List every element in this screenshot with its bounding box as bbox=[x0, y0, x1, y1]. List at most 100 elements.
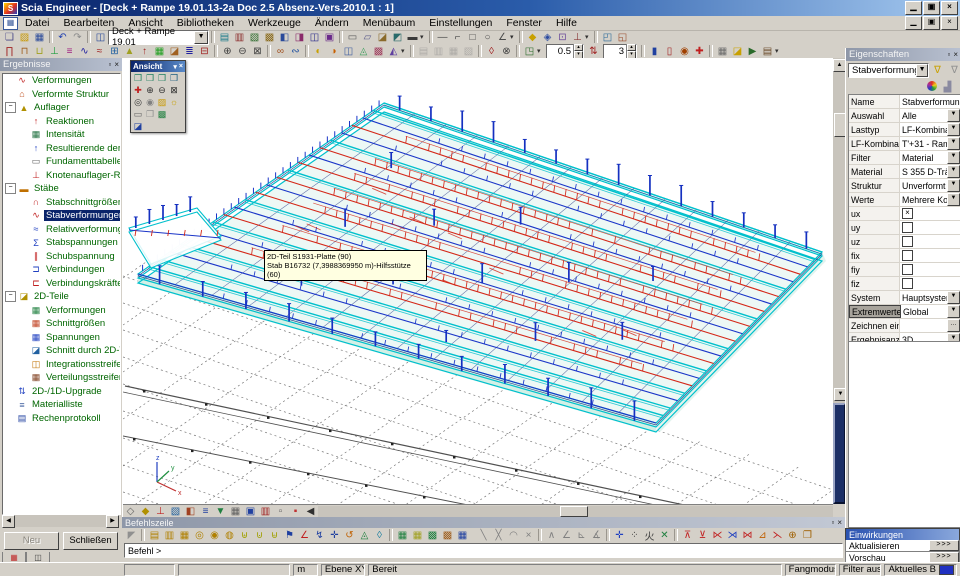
snap-off-icon[interactable]: × bbox=[521, 529, 536, 542]
property-value[interactable] bbox=[900, 263, 960, 276]
snap-line-icon[interactable]: ╲ bbox=[476, 529, 491, 542]
zoom-in-icon[interactable]: ⊕ bbox=[144, 84, 156, 96]
dimension-icon[interactable]: ⊥ bbox=[570, 31, 585, 44]
copy-member-icon[interactable]: ◫ bbox=[341, 45, 356, 58]
grid-b-icon[interactable]: ▦ bbox=[410, 529, 425, 542]
checkbox-ux[interactable]: × bbox=[902, 208, 913, 219]
property-value[interactable]: Global▼ bbox=[901, 305, 960, 318]
save-icon[interactable]: ▦ bbox=[32, 31, 47, 44]
tree-item-auflager[interactable]: −▲Auflager bbox=[3, 101, 120, 115]
tree-item-auflager-expander[interactable]: − bbox=[5, 102, 16, 113]
beam-strain-icon[interactable]: ≈ bbox=[92, 45, 107, 58]
filter-off-icon[interactable]: ∇ bbox=[947, 64, 960, 77]
move-member-icon[interactable]: ◬ bbox=[356, 45, 371, 58]
animate-icon[interactable]: ▶ bbox=[745, 45, 760, 58]
array-icon[interactable]: ▩ bbox=[371, 45, 386, 58]
property-value[interactable] bbox=[900, 249, 960, 262]
minimize-button[interactable]: ▁ bbox=[905, 1, 922, 15]
results-close-icon[interactable]: × bbox=[114, 60, 119, 69]
save-view-icon[interactable]: ▦ bbox=[715, 45, 730, 58]
menu-datei[interactable]: Datei bbox=[18, 17, 57, 29]
grid-c-icon[interactable]: ▩ bbox=[425, 529, 440, 542]
snap-point-7-icon[interactable]: ⋋ bbox=[770, 529, 785, 542]
property-value[interactable]: Hauptsystem▼ bbox=[900, 291, 960, 304]
status-aktuelles-b[interactable]: Aktuelles B bbox=[884, 564, 957, 576]
tree-item-relativverformung[interactable]: ≈Relativverformung bbox=[3, 223, 120, 237]
report-icon-dropdown[interactable]: ▾ bbox=[775, 47, 782, 55]
calc-setup-icon[interactable]: ◍ bbox=[222, 529, 237, 542]
flag-icon[interactable]: ⚑ bbox=[282, 529, 297, 542]
property-value[interactable]: LF-Kombinatione▼ bbox=[900, 123, 960, 136]
tree-item-staebe[interactable]: −▬Stäbe bbox=[3, 182, 120, 196]
open-folder-icon[interactable]: ▨ bbox=[17, 31, 32, 44]
beam-moment-icon[interactable]: ⊓ bbox=[17, 45, 32, 58]
diagram-icon[interactable]: ▟ bbox=[940, 81, 955, 94]
filter-yellow-icon[interactable]: ∇ bbox=[930, 64, 945, 77]
calc-mesh-icon[interactable]: ◎ bbox=[192, 529, 207, 542]
tree-item-schubspannung[interactable]: ∥Schubspannung bbox=[3, 250, 120, 264]
property-value[interactable] bbox=[900, 277, 960, 290]
close-button[interactable]: × bbox=[941, 1, 958, 15]
scale-spin-up-icon[interactable]: ▴ bbox=[574, 44, 583, 52]
copy-view-icon[interactable]: ❐ bbox=[144, 108, 156, 120]
beam-result-icon[interactable]: ∏ bbox=[2, 45, 17, 58]
preview-icon[interactable]: ◫ bbox=[307, 31, 322, 44]
tree-item-stabverformungen[interactable]: ∿Stabverformungen bbox=[3, 209, 120, 223]
snap-point-5-icon[interactable]: ⋈ bbox=[740, 529, 755, 542]
eraser-icon[interactable]: ◊ bbox=[484, 45, 499, 58]
property-value[interactable]: T'+31 - Rampe+...▼ bbox=[900, 137, 960, 150]
dropdown-icon[interactable]: ▼ bbox=[947, 137, 960, 150]
export-view-icon[interactable]: ◪ bbox=[730, 45, 745, 58]
ucs-icon[interactable]: ⊕ bbox=[785, 529, 800, 542]
line-tool-icon[interactable]: — bbox=[435, 31, 450, 44]
undo-icon[interactable]: ↶ bbox=[55, 31, 70, 44]
tree-item-intensitaet[interactable]: ▦Intensität bbox=[3, 128, 120, 142]
paper-space-icon[interactable]: ▩ bbox=[262, 31, 277, 44]
snap-int-icon[interactable]: ∡ bbox=[589, 529, 604, 542]
locked-c-icon[interactable]: ▦ bbox=[446, 45, 461, 58]
property-value[interactable]: Stabverformungen bbox=[900, 95, 960, 108]
hscroll-slider[interactable] bbox=[560, 506, 588, 517]
property-value[interactable]: × bbox=[900, 207, 960, 220]
multiplier-spin-up-icon[interactable]: ▴ bbox=[627, 44, 636, 52]
light-icon[interactable]: ☼ bbox=[168, 96, 180, 108]
hammer-icon[interactable]: ⊗ bbox=[499, 45, 514, 58]
tree-item-fundamenttabelle[interactable]: ▭Fundamenttabelle bbox=[3, 155, 120, 169]
result-class-icon[interactable]: ▯ bbox=[662, 45, 677, 58]
tree-item-verbindungskraefte[interactable]: ⊏Verbindungskräfte bbox=[3, 277, 120, 291]
reaction-icon[interactable]: ↑ bbox=[137, 45, 152, 58]
tree-item-schnitt-2d-teil[interactable]: ◪Schnitt durch 2D-Teil bbox=[3, 344, 120, 358]
tree-item-verbindungen[interactable]: ⊐Verbindungen bbox=[3, 263, 120, 277]
command-input[interactable]: Befehl > bbox=[124, 543, 843, 558]
zoom-box-icon[interactable]: ⊠ bbox=[250, 45, 265, 58]
close-button[interactable]: Schließen bbox=[63, 532, 118, 550]
status-filter-aus[interactable]: Filter aus bbox=[839, 564, 882, 576]
export-icon[interactable]: ◩ bbox=[390, 31, 405, 44]
property-value[interactable]: Material▼ bbox=[900, 151, 960, 164]
tree-item-stabspannungen[interactable]: ΣStabspannungen bbox=[3, 236, 120, 250]
result-case-icon[interactable]: ▮ bbox=[647, 45, 662, 58]
combine-icon[interactable]: ◐ bbox=[311, 45, 326, 58]
property-value[interactable] bbox=[900, 235, 960, 248]
print-data-icon[interactable]: ▱ bbox=[360, 31, 375, 44]
ansicht-close-icon[interactable]: × bbox=[179, 63, 183, 71]
snap-point-6-icon[interactable]: ⊿ bbox=[755, 529, 770, 542]
locked-d-icon[interactable]: ▧ bbox=[461, 45, 476, 58]
menu-menübaum[interactable]: Menübaum bbox=[356, 17, 423, 29]
snap-mid-icon[interactable]: ╳ bbox=[491, 529, 506, 542]
zoom-minus-icon[interactable]: ⊖ bbox=[235, 45, 250, 58]
new-document-icon[interactable]: ❏ bbox=[2, 31, 17, 44]
dot-grid-icon[interactable]: ⁘ bbox=[627, 529, 642, 542]
calc-run-icon[interactable]: ◉ bbox=[207, 529, 222, 542]
project-manager-icon[interactable]: ◫ bbox=[93, 31, 108, 44]
viewport-hscrollbar[interactable] bbox=[318, 506, 833, 517]
cursor-snap-icon[interactable]: ✛ bbox=[612, 529, 627, 542]
dropdown-icon[interactable]: ▼ bbox=[947, 193, 960, 206]
tree-item-2d-schnittgroessen[interactable]: ▦Schnittgrößen bbox=[3, 317, 120, 331]
dropdown-icon[interactable]: ▼ bbox=[947, 291, 960, 304]
mesh-snap-icon[interactable]: ✕ bbox=[657, 529, 672, 542]
dropdown-icon[interactable]: ▼ bbox=[947, 109, 960, 122]
zoom-out-icon[interactable]: ⊖ bbox=[156, 84, 168, 96]
dropdown-icon[interactable]: ▼ bbox=[947, 179, 960, 192]
tree-item-knotenauflager[interactable]: ⊥Knotenauflager-Resultierende bbox=[3, 169, 120, 183]
